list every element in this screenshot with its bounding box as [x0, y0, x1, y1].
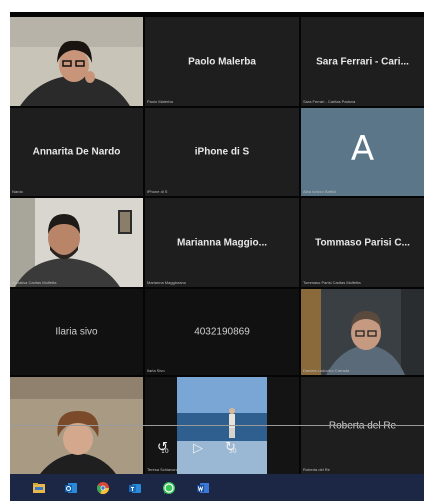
participant-tile-marianna[interactable]: Marianna Maggio... Marianna Maggiorano	[145, 198, 299, 287]
taskbar	[10, 474, 424, 501]
participant-video	[10, 198, 143, 287]
participant-tile-paolo[interactable]: Paolo Malerba Paolo Malerba	[145, 17, 299, 106]
participant-video	[301, 289, 424, 375]
participant-label: Annalisa Caritas Molfetta	[12, 280, 57, 285]
participant-label: Teresa Schiavone	[147, 467, 179, 472]
participant-tile-alba[interactable]: A Alba Iorizzo Baffoli	[301, 108, 424, 196]
participant-name: Annarita De Nardo	[32, 146, 121, 158]
chrome-icon[interactable]	[96, 481, 110, 495]
word-icon[interactable]	[196, 481, 210, 495]
file-manager-icon[interactable]	[32, 481, 46, 495]
participant-name: 4032190869	[194, 326, 250, 338]
participant-label: Daniela Ludovico Carrada	[303, 368, 350, 373]
participant-tile-phone[interactable]: 4032190869 Ilaria Sivo	[145, 289, 299, 375]
teams-icon[interactable]	[128, 481, 142, 495]
participant-label: Paolo Malerba	[147, 99, 173, 104]
screen: Paolo Malerba Paolo Malerba Sara Ferrari…	[0, 0, 424, 501]
participant-label: Tommaso Parisi Caritas Molfetta	[303, 280, 361, 285]
participant-label: Roberta del Re	[303, 467, 330, 472]
rewind-button[interactable]: ↺ 10	[157, 440, 169, 455]
video-grid: Paolo Malerba Paolo Malerba Sara Ferrari…	[10, 12, 424, 474]
participant-name: Paolo Malerba	[188, 56, 256, 67]
participant-label: Sara Ferrari - Caritas Padova	[303, 99, 356, 104]
participant-name: Sara Ferrari - Cari...	[316, 56, 409, 67]
outlook-icon[interactable]	[64, 481, 78, 495]
participant-label: Ilaria Sivo	[147, 368, 165, 373]
participant-label: Nardo	[12, 189, 23, 194]
play-button[interactable]: ▷	[193, 441, 203, 456]
participant-tile-tommaso[interactable]: Tommaso Parisi C... Tommaso Parisi Carit…	[301, 198, 424, 287]
participant-avatar: A	[350, 129, 375, 170]
forward-button[interactable]: ↻ 30	[225, 440, 237, 455]
participant-name: Tommaso Parisi C...	[315, 237, 410, 248]
participant-label: Marianna Maggiorano	[147, 280, 186, 285]
participant-tile-annarita[interactable]: Annarita De Nardo Nardo	[10, 108, 143, 196]
participant-label: iPhone di S	[147, 189, 168, 194]
media-progress-line[interactable]	[10, 425, 424, 426]
whatsapp-icon[interactable]	[162, 481, 176, 495]
participant-name: Marianna Maggio...	[176, 237, 267, 248]
participant-video	[10, 17, 143, 106]
top-bar	[10, 0, 424, 12]
rewind-seconds: 10	[161, 448, 169, 455]
forward-seconds: 30	[229, 448, 237, 455]
participant-tile-video-woman[interactable]	[10, 17, 143, 106]
participant-tile-ilaria[interactable]: Ilaria sivo	[10, 289, 143, 375]
participant-label: Alba Iorizzo Baffoli	[303, 189, 337, 194]
participant-tile-sara[interactable]: Sara Ferrari - Cari... Sara Ferrari - Ca…	[301, 17, 424, 106]
participant-tile-iphone[interactable]: iPhone di S iPhone di S	[145, 108, 299, 196]
participant-tile-video-glasses[interactable]: Daniela Ludovico Carrada	[301, 289, 424, 375]
participant-name: Ilaria sivo	[55, 326, 98, 338]
participant-name: iPhone di S	[194, 146, 250, 158]
participant-tile-video-man[interactable]: Annalisa Caritas Molfetta	[10, 198, 143, 287]
